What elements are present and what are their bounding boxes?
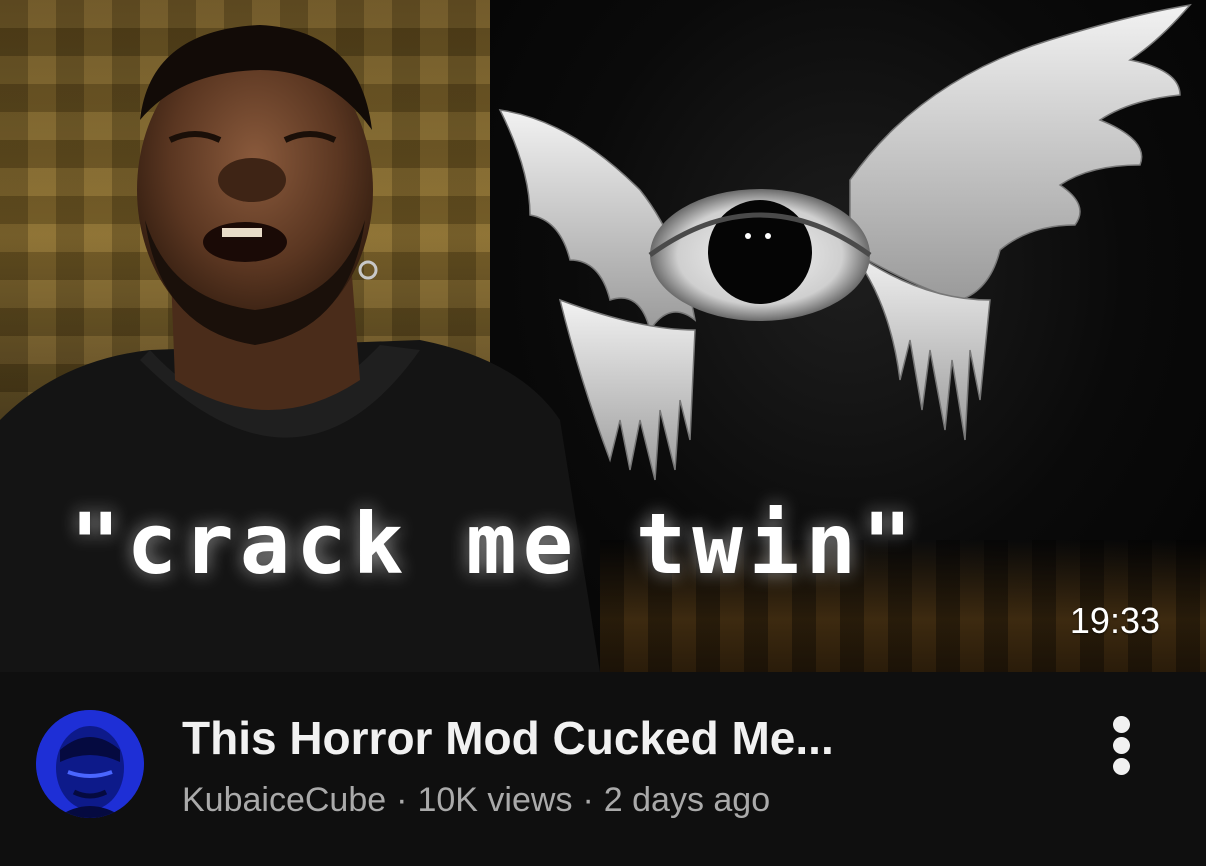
channel-name[interactable]: KubaiceCube <box>182 781 386 819</box>
thumbnail-caption-text: "crack me twin" <box>70 495 919 593</box>
more-options-button[interactable] <box>1098 712 1148 778</box>
video-card[interactable]: "crack me twin" 19:33 This Horror Mod Cu… <box>0 0 1206 866</box>
upload-age: 2 days ago <box>603 781 771 819</box>
video-metadata: KubaiceCube · 10K views · 2 days ago <box>182 778 770 822</box>
meta-separator: · <box>582 781 594 819</box>
channel-avatar[interactable] <box>36 710 144 818</box>
more-vert-icon <box>1113 737 1130 754</box>
view-count: 10K views <box>417 781 573 819</box>
video-thumbnail[interactable]: "crack me twin" 19:33 <box>0 0 1206 672</box>
meta-separator: · <box>396 781 408 819</box>
video-duration-badge: 19:33 <box>1069 600 1160 641</box>
thumbnail-winged-eye-image <box>498 3 1192 481</box>
more-vert-icon <box>1113 716 1130 733</box>
video-title[interactable]: This Horror Mod Cucked Me... <box>182 710 834 766</box>
more-vert-icon <box>1113 758 1130 775</box>
